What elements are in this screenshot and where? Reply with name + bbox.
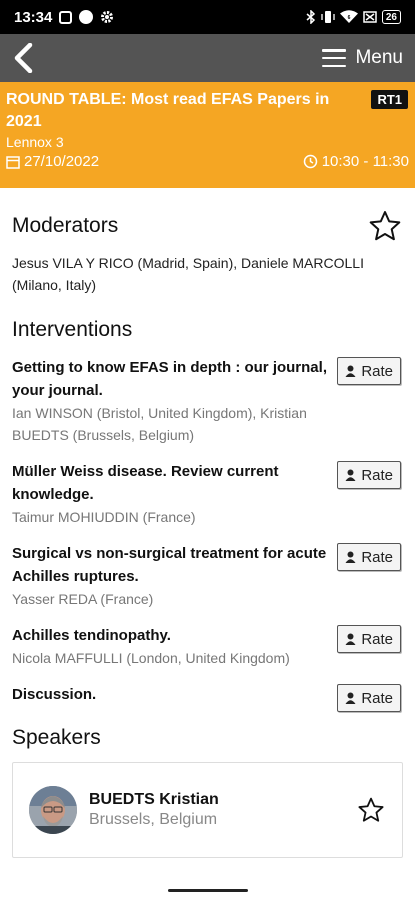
session-date-item: 27/10/2022 (6, 153, 99, 170)
calendar-icon (6, 155, 20, 169)
person-icon (345, 365, 356, 377)
intervention-item: Getting to know EFAS in depth : our jour… (12, 356, 403, 446)
intervention-title: Discussion. (12, 686, 97, 703)
person-icon (345, 633, 356, 645)
session-code-badge: RT1 (371, 90, 408, 109)
moderators-list: Jesus VILA Y RICO (Madrid, Spain), Danie… (12, 255, 364, 293)
back-arrow-icon (14, 43, 33, 73)
intervention-speakers: Nicola MAFFULLI (London, United Kingdom) (12, 650, 290, 666)
speaker-name: BUEDTS Kristian (89, 791, 219, 808)
home-indicator[interactable] (167, 889, 248, 892)
rate-button[interactable]: Rate (337, 461, 401, 489)
intervention-speakers: Ian WINSON (Bristol, United Kingdom), Kr… (12, 405, 307, 443)
favorite-star-icon[interactable] (369, 210, 401, 242)
person-icon (345, 469, 356, 481)
intervention-title: Müller Weiss disease. Review current kno… (12, 463, 279, 503)
intervention-speakers: Taimur MOHIUDDIN (France) (12, 509, 196, 525)
back-button[interactable] (8, 38, 38, 78)
menu-button[interactable]: Menu (322, 47, 403, 69)
speaker-location: Brussels, Belgium (89, 811, 218, 828)
rate-button[interactable]: Rate (337, 625, 401, 653)
battery-level: 26 (385, 11, 397, 23)
speaker-avatar (29, 786, 77, 834)
session-date: 27/10/2022 (24, 153, 100, 170)
rate-label: Rate (361, 689, 393, 707)
settings-gear-icon (100, 10, 114, 24)
intervention-title: Getting to know EFAS in depth : our jour… (12, 359, 327, 399)
session-time-item: 10:30 - 11:30 (303, 153, 409, 170)
wifi-icon: 6 (339, 10, 358, 24)
rate-label: Rate (361, 362, 393, 380)
intervention-speakers: Yasser REDA (France) (12, 591, 154, 607)
svg-text:6: 6 (347, 15, 350, 21)
session-content: Moderators Jesus VILA Y RICO (Madrid, Sp… (0, 204, 415, 858)
session-banner: ROUND TABLE: Most read EFAS Papers in 20… (0, 82, 415, 188)
interventions-heading: Interventions (12, 318, 133, 341)
status-bar: 13:34 6 26 (0, 0, 415, 34)
intervention-item: Achilles tendinopathy. Nicola MAFFULLI (… (12, 624, 403, 669)
gallery-icon (59, 10, 73, 24)
session-room: Lennox 3 (6, 134, 64, 150)
rate-button[interactable]: Rate (337, 684, 401, 712)
interventions-header: Interventions (12, 318, 403, 342)
hamburger-icon (322, 49, 347, 67)
status-time: 13:34 (14, 8, 53, 26)
intervention-item: Surgical vs non-surgical treatment for a… (12, 542, 403, 610)
moderators-heading: Moderators (12, 214, 119, 237)
person-icon (345, 551, 356, 563)
app-notification-icon (79, 10, 94, 24)
rate-label: Rate (361, 548, 393, 566)
rate-button[interactable]: Rate (337, 357, 401, 385)
intervention-title: Achilles tendinopathy. (12, 627, 171, 644)
rate-label: Rate (361, 466, 393, 484)
session-time: 10:30 - 11:30 (321, 153, 409, 170)
bluetooth-icon (306, 10, 316, 24)
intervention-item: Discussion. Rate (12, 683, 403, 712)
clock-icon (303, 154, 317, 169)
moderators-header: Moderators (12, 204, 403, 248)
rate-label: Rate (361, 630, 393, 648)
rate-button[interactable]: Rate (337, 543, 401, 571)
speakers-header: Speakers (12, 726, 403, 750)
speaker-card[interactable]: BUEDTS Kristian Brussels, Belgium (12, 762, 403, 858)
signal-icon (363, 10, 377, 24)
session-title: ROUND TABLE: Most read EFAS Papers in 20… (6, 91, 330, 130)
speaker-favorite-star-icon[interactable] (358, 797, 384, 823)
speakers-heading: Speakers (12, 726, 101, 749)
top-navbar: Menu (0, 34, 415, 82)
vibrate-icon (321, 10, 335, 24)
menu-label: Menu (355, 47, 403, 68)
intervention-item: Müller Weiss disease. Review current kno… (12, 460, 403, 528)
battery-icon: 26 (381, 10, 401, 24)
session-meta: 27/10/2022 10:30 - 11:30 (6, 153, 409, 170)
intervention-title: Surgical vs non-surgical treatment for a… (12, 545, 327, 585)
person-icon (345, 692, 356, 704)
